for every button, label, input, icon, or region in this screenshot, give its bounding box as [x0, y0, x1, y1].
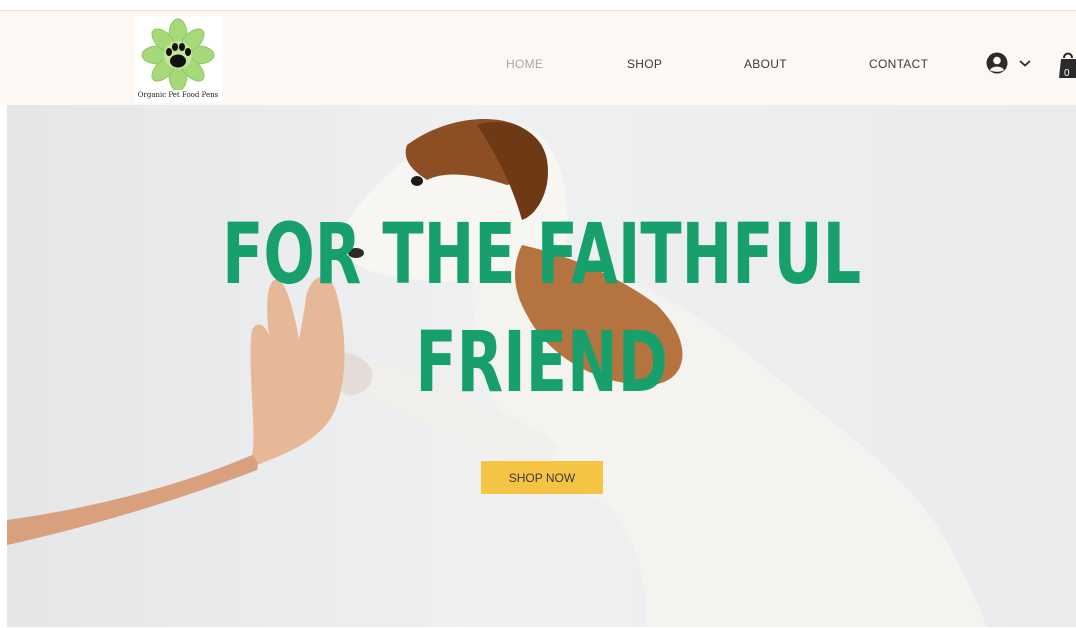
logo-text: Organic Pet Food Pens	[137, 91, 219, 99]
shop-now-button[interactable]: SHOP NOW	[481, 461, 603, 494]
cart-count: 0	[1064, 68, 1070, 79]
nav-about[interactable]: ABOUT	[744, 57, 787, 71]
hero-headline-line-2: FRIEND	[415, 313, 668, 411]
nav-contact[interactable]: CONTACT	[869, 57, 928, 71]
nav-home[interactable]: HOME	[506, 57, 543, 71]
site-header: Organic Pet Food Pens HOME SHOP ABOUT CO…	[0, 11, 1076, 105]
logo[interactable]: Organic Pet Food Pens	[134, 16, 222, 102]
user-icon[interactable]	[985, 52, 1009, 74]
paw-icon	[141, 18, 215, 90]
hero-headline: FOR THE FAITHFUL FRIEND	[157, 200, 927, 416]
hero-headline-line-1: FOR THE FAITHFUL	[222, 205, 862, 303]
hero-section: FOR THE FAITHFUL FRIEND SHOP NOW	[7, 105, 1076, 627]
chevron-down-icon[interactable]	[1018, 58, 1032, 68]
nav-shop[interactable]: SHOP	[627, 57, 662, 71]
